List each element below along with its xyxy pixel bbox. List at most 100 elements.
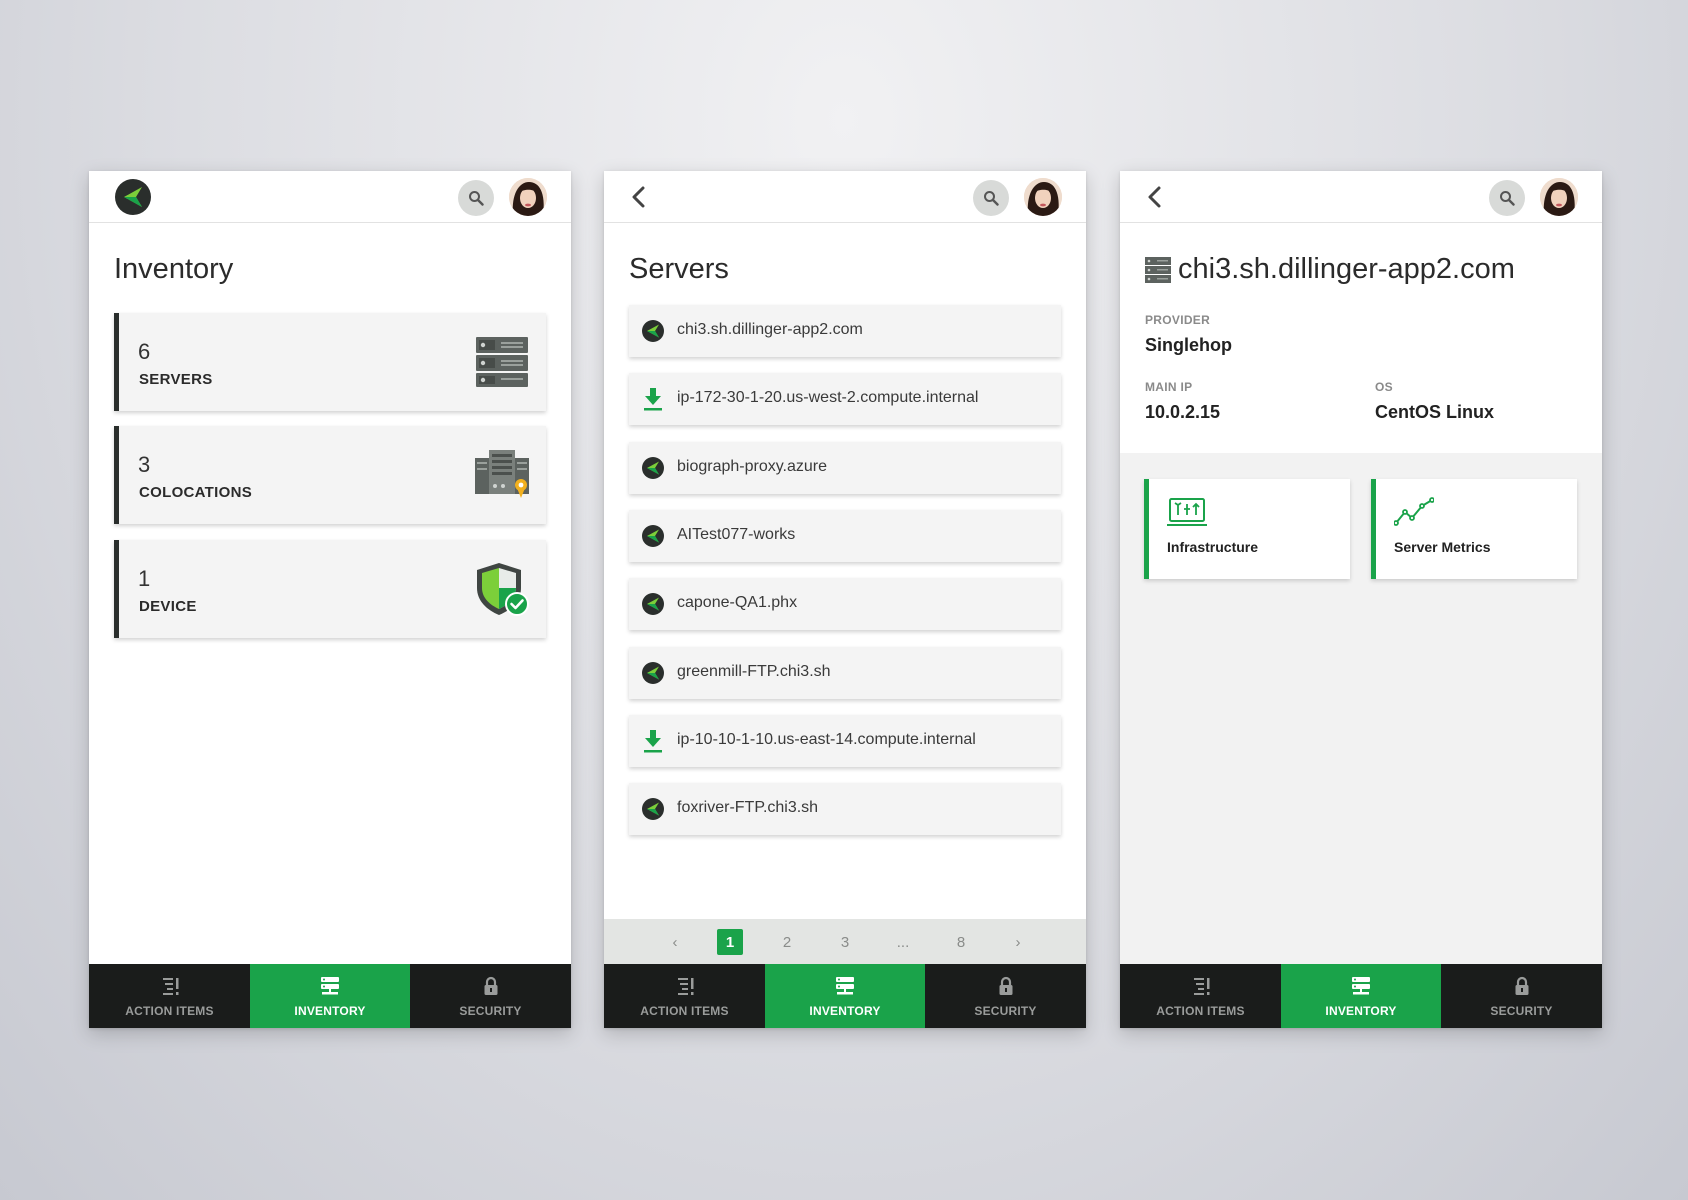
infrastructure-tile[interactable]: Infrastructure	[1144, 479, 1350, 579]
bottom-nav: ACTION ITEMS INVENTORY SECURITY	[1120, 964, 1602, 1028]
nav-label: ACTION ITEMS	[640, 1004, 729, 1018]
inventory-card-servers[interactable]: 6 SERVERS	[114, 313, 546, 411]
server-metrics-tile[interactable]: Server Metrics	[1371, 479, 1577, 579]
action-items-icon	[1193, 978, 1209, 995]
search-button[interactable]	[1489, 180, 1525, 216]
server-name: biograph-proxy.azure	[677, 457, 828, 475]
server-name: greenmill-FTP.chi3.sh	[677, 662, 831, 680]
colocations-count: 3	[138, 452, 151, 477]
server-list-item[interactable]: biograph-proxy.azure	[629, 441, 1061, 494]
nav-label: SECURITY	[459, 1004, 522, 1018]
back-arrow-icon[interactable]	[1142, 183, 1168, 211]
nav-label: INVENTORY	[809, 1004, 881, 1018]
nav-security[interactable]: SECURITY	[1441, 964, 1602, 1028]
logo-icon	[642, 661, 664, 684]
inventory-screen: Inventory 6 SERVERS 3 COLOCATIONS 1 DEVI…	[89, 171, 571, 1028]
page-3[interactable]: 3	[832, 929, 858, 955]
infrastructure-label: Infrastructure	[1167, 539, 1259, 555]
download-icon	[644, 388, 662, 411]
server-icon	[1145, 257, 1171, 283]
lock-icon	[484, 976, 497, 995]
servers-label: SERVERS	[139, 371, 213, 388]
nav-action-items[interactable]: ACTION ITEMS	[604, 964, 765, 1028]
logo-icon	[642, 456, 664, 479]
nav-label: ACTION ITEMS	[1156, 1004, 1245, 1018]
action-items-icon	[162, 978, 178, 995]
bottom-nav: ACTION ITEMS INVENTORY SECURITY	[604, 964, 1086, 1028]
nav-label: INVENTORY	[1325, 1004, 1397, 1018]
infrastructure-icon	[1167, 498, 1207, 526]
top-bar	[604, 171, 1086, 223]
server-name: ip-172-30-1-20.us-west-2.compute.interna…	[677, 389, 979, 407]
server-name: AITest077-works	[677, 525, 796, 543]
server-list-item[interactable]: foxriver-FTP.chi3.sh	[629, 783, 1061, 836]
os-value: CentOS Linux	[1375, 402, 1495, 422]
avatar[interactable]	[1024, 178, 1062, 216]
os-label: OS	[1375, 380, 1393, 394]
search-icon	[1500, 191, 1515, 206]
search-button[interactable]	[973, 180, 1009, 216]
bottom-nav: ACTION ITEMS INVENTORY SECURITY	[89, 964, 571, 1028]
nav-label: ACTION ITEMS	[125, 1004, 214, 1018]
shield-check-icon	[477, 563, 529, 616]
server-detail-screen: chi3.sh.dillinger-app2.com PROVIDER Sing…	[1120, 171, 1602, 1028]
provider-label: PROVIDER	[1145, 313, 1211, 327]
server-title: chi3.sh.dillinger-app2.com	[1178, 253, 1515, 285]
server-list-item[interactable]: chi3.sh.dillinger-app2.com	[629, 305, 1061, 357]
back-arrow-icon[interactable]	[626, 183, 652, 211]
nav-security[interactable]: SECURITY	[410, 964, 571, 1028]
top-bar	[1120, 171, 1602, 223]
page-8[interactable]: 8	[948, 929, 974, 955]
action-items-icon	[677, 978, 693, 995]
avatar[interactable]	[1540, 178, 1578, 216]
logo-icon	[642, 593, 664, 616]
server-metrics-label: Server Metrics	[1394, 539, 1491, 555]
device-label: DEVICE	[139, 598, 197, 615]
nav-inventory[interactable]: INVENTORY	[250, 964, 410, 1028]
nav-label: SECURITY	[1490, 1004, 1553, 1018]
server-list-item[interactable]: ip-172-30-1-20.us-west-2.compute.interna…	[629, 373, 1061, 426]
nav-inventory[interactable]: INVENTORY	[765, 964, 925, 1028]
server-name: foxriver-FTP.chi3.sh	[677, 799, 819, 817]
colocation-icon	[475, 450, 529, 498]
search-icon	[984, 191, 999, 206]
main-ip-label: MAIN IP	[1145, 380, 1193, 394]
device-count: 1	[138, 566, 151, 591]
inventory-card-device[interactable]: 1 DEVICE	[114, 540, 546, 638]
colocations-label: COLOCATIONS	[139, 484, 253, 501]
search-button[interactable]	[458, 180, 494, 216]
provider-value: Singlehop	[1145, 335, 1232, 355]
prev-page-button[interactable]: ‹	[662, 929, 688, 955]
nav-inventory[interactable]: INVENTORY	[1281, 964, 1441, 1028]
server-list-item[interactable]: greenmill-FTP.chi3.sh	[629, 646, 1061, 699]
nav-action-items[interactable]: ACTION ITEMS	[1120, 964, 1281, 1028]
page-title: Inventory	[114, 253, 234, 285]
nav-label: INVENTORY	[294, 1004, 366, 1018]
search-icon	[469, 191, 484, 206]
logo-icon	[642, 798, 664, 821]
logo-icon	[642, 524, 664, 547]
logo-icon	[642, 320, 664, 342]
servers-screen: Servers chi3.sh.dillinger-app2.com ip-172…	[604, 171, 1086, 1028]
next-page-button[interactable]: ›	[1005, 929, 1031, 955]
logo-icon[interactable]	[114, 178, 152, 216]
page-2[interactable]: 2	[774, 929, 800, 955]
server-rack-icon	[476, 337, 528, 387]
server-list-item[interactable]: ip-10-10-1-10.us-east-14.compute.interna…	[629, 714, 1061, 767]
nav-action-items[interactable]: ACTION ITEMS	[89, 964, 250, 1028]
nav-label: SECURITY	[974, 1004, 1037, 1018]
server-list-item[interactable]: capone-QA1.phx	[629, 578, 1061, 631]
lock-icon	[1515, 976, 1528, 995]
page-ellipsis: ...	[896, 933, 910, 951]
top-bar	[89, 171, 571, 223]
servers-count: 6	[138, 339, 151, 364]
inventory-card-colocations[interactable]: 3 COLOCATIONS	[114, 426, 546, 524]
avatar[interactable]	[509, 178, 547, 216]
server-list-item[interactable]: AITest077-works	[629, 509, 1061, 562]
inventory-icon	[321, 977, 339, 995]
page-1[interactable]: 1	[717, 929, 743, 955]
download-icon	[644, 729, 662, 753]
inventory-icon	[1352, 977, 1370, 995]
nav-security[interactable]: SECURITY	[925, 964, 1086, 1028]
inventory-icon	[836, 977, 854, 995]
